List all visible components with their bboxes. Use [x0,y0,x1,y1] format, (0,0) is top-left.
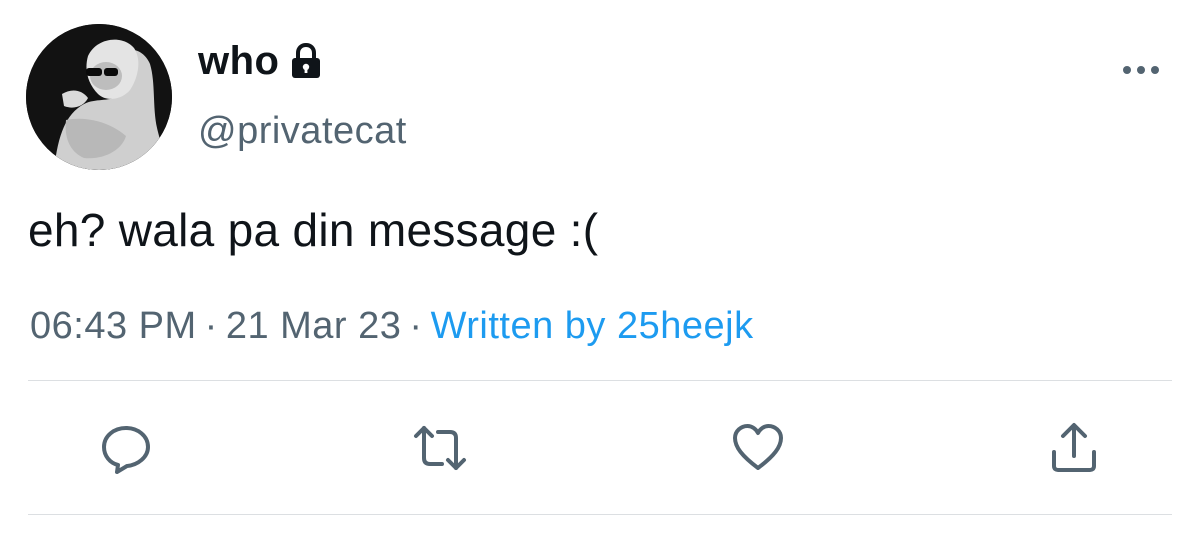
meta-separator: · [204,305,218,347]
divider [28,514,1172,515]
avatar[interactable] [26,24,172,170]
heart-icon [733,424,783,470]
more-icon[interactable] [1120,60,1162,80]
meta-separator: · [409,305,423,347]
retweet-icon [414,426,466,470]
tweet-text: eh? wala pa din message :( [28,204,599,256]
written-by-link[interactable]: Written by 25heejk [431,305,754,347]
divider [28,380,1172,381]
reply-button[interactable] [98,420,154,476]
tweet-date: 21 Mar 23 [225,305,402,347]
share-icon [1052,423,1096,472]
share-button[interactable] [1046,420,1102,476]
retweet-button[interactable] [412,420,468,476]
like-button[interactable] [730,420,786,476]
display-name[interactable]: who [198,38,279,84]
tweet-meta: 06:43 PM · 21 Mar 23 · Written by 25heejk [30,303,754,349]
reply-icon [102,426,150,474]
tweet-time: 06:43 PM [30,305,197,347]
lock-icon [289,42,323,80]
avatar-image [26,24,172,170]
user-handle[interactable]: @privatecat [198,108,407,154]
